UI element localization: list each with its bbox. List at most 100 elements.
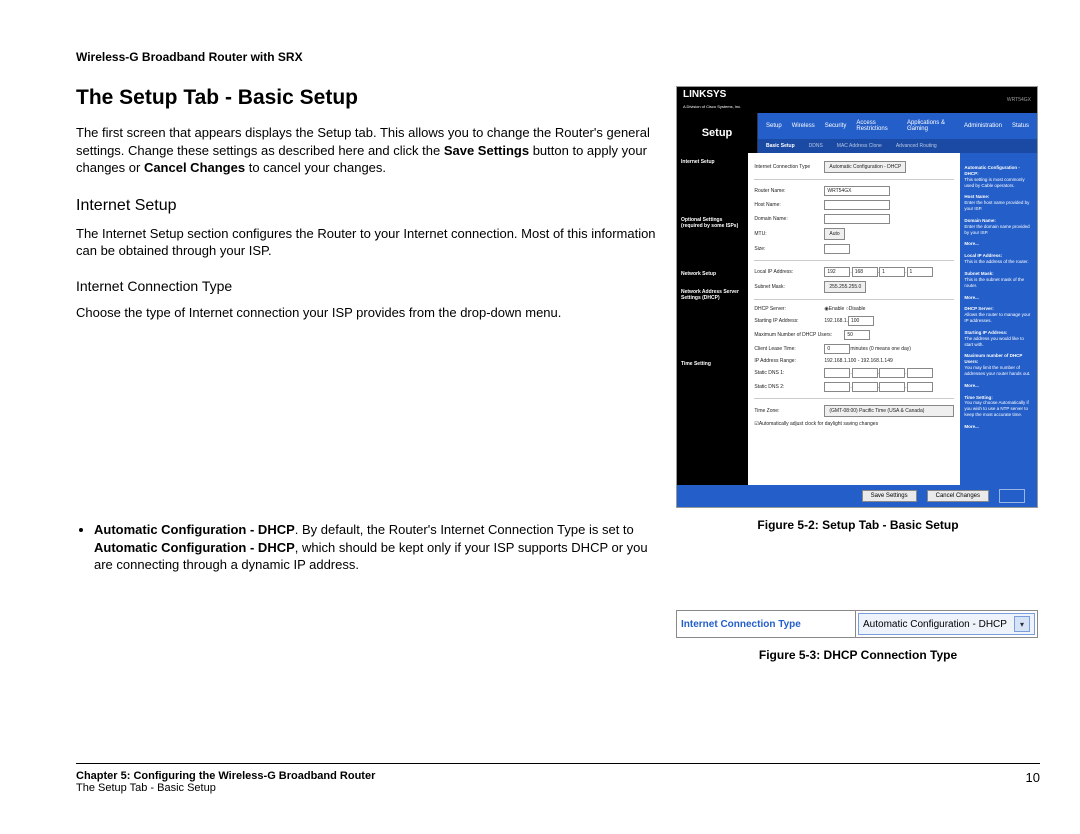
help-text: Allows the router to manage your IP addr…: [964, 312, 1030, 323]
max-users-input[interactable]: 50: [844, 330, 870, 340]
checkbox-label: Automatically adjust clock for daylight …: [759, 421, 878, 427]
start-ip-input[interactable]: 100: [848, 316, 874, 326]
ip-octet[interactable]: 192: [824, 267, 850, 277]
dns1[interactable]: [907, 368, 933, 378]
tab[interactable]: Access Restrictions: [856, 120, 897, 132]
field-label: Host Name:: [754, 202, 824, 208]
subtab[interactable]: Advanced Routing: [896, 143, 937, 149]
dns2[interactable]: [824, 382, 850, 392]
radio-label: Enable: [829, 306, 845, 312]
help-heading: Maximum number of DHCP Users:: [964, 353, 1033, 365]
dns2[interactable]: [907, 382, 933, 392]
ict-dropdown-value: Automatic Configuration - DHCP: [863, 619, 1007, 630]
help-more[interactable]: More...: [964, 241, 1033, 247]
field-label: Maximum Number of DHCP Users:: [754, 332, 844, 338]
help-text: This is the subnet mask of the router.: [964, 277, 1024, 288]
bullet-list: Automatic Configuration - DHCP. By defau…: [76, 521, 656, 574]
text-bold: Cancel Changes: [144, 160, 245, 175]
tab[interactable]: Status: [1012, 123, 1029, 129]
help-more[interactable]: More...: [964, 295, 1033, 301]
footer-section: The Setup Tab - Basic Setup: [76, 782, 375, 794]
tab[interactable]: Administration: [964, 123, 1002, 129]
dns1[interactable]: [852, 368, 878, 378]
field-label: MTU:: [754, 231, 824, 237]
page-number: 10: [1026, 770, 1040, 794]
text: 192.168.1.100 - 192.168.1.149: [824, 358, 892, 364]
figures-column: LINKSYS A Division of Cisco Systems, Inc…: [676, 86, 1040, 662]
ip-octet[interactable]: 168: [852, 267, 878, 277]
help-text: This is the address of the router.: [964, 259, 1028, 264]
cisco-logo: [999, 489, 1025, 503]
heading-ict: Internet Connection Type: [76, 278, 656, 294]
section-label: Network Address Server Settings (DHCP): [681, 289, 744, 301]
brand-sub: A Division of Cisco Systems, Inc.: [683, 104, 741, 109]
ip-octet[interactable]: 1: [907, 267, 933, 277]
text: 192.168.1.: [824, 318, 848, 324]
ict-dropdown[interactable]: Automatic Configuration - DHCP ▾: [858, 613, 1035, 635]
subnet-select[interactable]: 255.255.255.0: [824, 281, 866, 293]
cancel-changes-button[interactable]: Cancel Changes: [927, 490, 989, 502]
ip-octet[interactable]: 1: [879, 267, 905, 277]
subtab-row: Basic Setup DDNS MAC Address Clone Advan…: [758, 139, 1037, 153]
help-more[interactable]: More...: [964, 383, 1033, 389]
field-label: Size:: [754, 246, 824, 252]
router-help-panel: Automatic Configuration - DHCP:This sett…: [960, 153, 1037, 485]
help-text: The address you would like to start with…: [964, 336, 1024, 347]
text-bold: Automatic Configuration - DHCP: [94, 522, 295, 537]
dns2[interactable]: [879, 382, 905, 392]
intro-paragraph: The first screen that appears displays t…: [76, 124, 656, 177]
field-label: Subnet Mask:: [754, 284, 824, 290]
text-bold: Automatic Configuration - DHCP: [94, 540, 295, 555]
text-bold: Save Settings: [444, 143, 529, 158]
field-label: Static DNS 1:: [754, 370, 824, 376]
router-footer: Save Settings Cancel Changes: [677, 485, 1037, 507]
tab[interactable]: Setup: [766, 123, 782, 129]
section-label: Optional Settings (required by some ISPs…: [681, 217, 744, 229]
tab[interactable]: Applications & Gaming: [907, 120, 954, 132]
section-label: Time Setting: [681, 361, 744, 367]
page-footer: Chapter 5: Configuring the Wireless-G Br…: [76, 763, 1040, 794]
mtu-select[interactable]: Auto: [824, 228, 844, 240]
router-name-input[interactable]: WRT54GX: [824, 186, 890, 196]
model-label: WRT54GX: [1007, 97, 1031, 103]
section-label: Network Setup: [681, 271, 744, 277]
heading-internet-setup: Internet Setup: [76, 197, 656, 215]
field-label: Static DNS 2:: [754, 384, 824, 390]
ict-select[interactable]: Automatic Configuration - DHCP: [824, 161, 906, 173]
figure-router-admin: LINKSYS A Division of Cisco Systems, Inc…: [676, 86, 1038, 508]
tab[interactable]: Wireless: [792, 123, 815, 129]
field-label: Router Name:: [754, 188, 824, 194]
host-name-input[interactable]: [824, 200, 890, 210]
subtab-active[interactable]: Basic Setup: [766, 143, 795, 149]
help-text: You may choose Automatically if you wish…: [964, 400, 1028, 417]
size-input[interactable]: [824, 244, 850, 254]
brand-logo: LINKSYS: [683, 89, 726, 100]
dns2[interactable]: [852, 382, 878, 392]
doc-header: Wireless-G Broadband Router with SRX: [76, 50, 1040, 64]
tz-select[interactable]: (GMT-08:00) Pacific Time (USA & Canada): [824, 405, 954, 417]
field-label: IP Address Range:: [754, 358, 824, 364]
subtab[interactable]: DDNS: [809, 143, 823, 149]
active-tab[interactable]: Setup: [677, 113, 758, 153]
lease-input[interactable]: 0: [824, 344, 850, 354]
help-text: This setting is most commonly used by Ca…: [964, 177, 1024, 188]
help-more[interactable]: More...: [964, 424, 1033, 430]
section-label: Internet Setup: [681, 159, 744, 165]
field-label: Domain Name:: [754, 216, 824, 222]
ict-label: Internet Connection Type: [677, 611, 856, 637]
dns1[interactable]: [879, 368, 905, 378]
field-label: Local IP Address:: [754, 269, 824, 275]
help-text: You may limit the number of addresses yo…: [964, 365, 1030, 376]
text: . By default, the Router's Internet Conn…: [295, 522, 634, 537]
help-heading: Automatic Configuration - DHCP:: [964, 165, 1033, 177]
help-text: Enter the domain name provided by your I…: [964, 224, 1029, 235]
figure-1-caption: Figure 5-2: Setup Tab - Basic Setup: [676, 518, 1040, 532]
subtab[interactable]: MAC Address Clone: [837, 143, 882, 149]
help-text: Enter the host name provided by your ISP…: [964, 200, 1029, 211]
dns1[interactable]: [824, 368, 850, 378]
p-ict: Choose the type of Internet connection y…: [76, 304, 656, 322]
tab[interactable]: Security: [825, 123, 847, 129]
save-settings-button[interactable]: Save Settings: [862, 490, 917, 502]
radio-label: Disable: [849, 306, 866, 312]
domain-name-input[interactable]: [824, 214, 890, 224]
